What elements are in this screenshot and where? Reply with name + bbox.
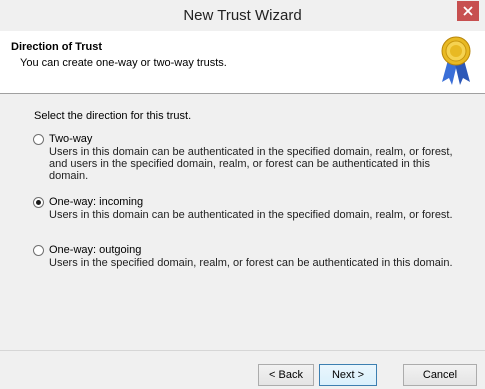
title-bar: New Trust Wizard <box>0 0 485 31</box>
two-way-radio[interactable] <box>33 134 44 145</box>
one-way-outgoing-label[interactable]: One-way: outgoing <box>49 244 141 256</box>
close-icon <box>463 6 473 16</box>
cancel-button[interactable]: Cancel <box>403 364 477 386</box>
certificate-seal-icon <box>441 36 471 85</box>
one-way-outgoing-description: Users in the specified domain, realm, or… <box>49 257 453 269</box>
one-way-incoming-description: Users in this domain can be authenticate… <box>49 209 453 221</box>
one-way-incoming-radio[interactable] <box>33 197 44 208</box>
direction-prompt: Select the direction for this trust. <box>34 110 192 122</box>
two-way-label[interactable]: Two-way <box>49 133 92 145</box>
header-subtitle: You can create one-way or two-way trusts… <box>20 57 227 69</box>
back-button[interactable]: < Back <box>258 364 314 386</box>
footer-divider <box>0 350 485 351</box>
wizard-header: Direction of Trust You can create one-wa… <box>0 31 485 94</box>
close-button[interactable] <box>457 1 479 21</box>
window-title: New Trust Wizard <box>183 7 302 24</box>
one-way-outgoing-radio[interactable] <box>33 245 44 256</box>
header-title: Direction of Trust <box>11 41 103 53</box>
two-way-description: Users in this domain can be authenticate… <box>49 146 453 182</box>
next-button[interactable]: Next > <box>319 364 377 386</box>
one-way-incoming-label[interactable]: One-way: incoming <box>49 196 143 208</box>
